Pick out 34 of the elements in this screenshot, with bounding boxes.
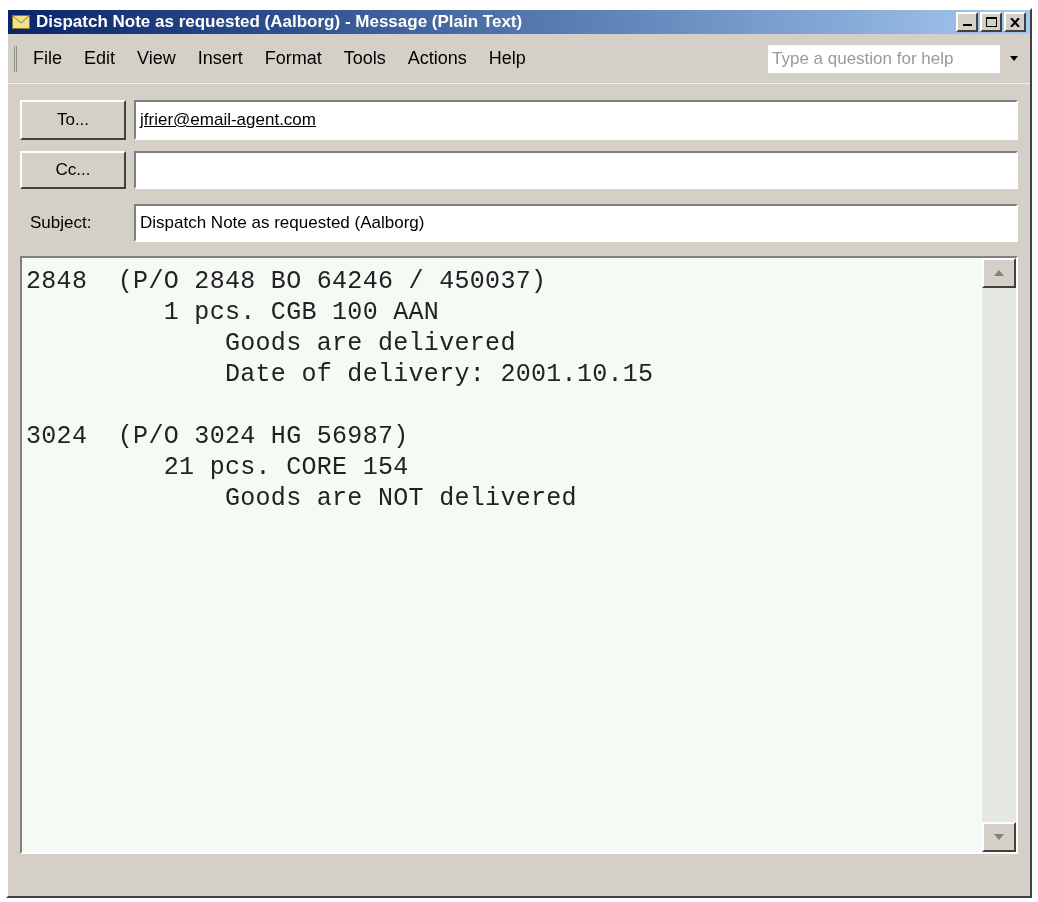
- down-arrow-icon: [994, 834, 1004, 840]
- body-text-line: 21 pcs. CORE 154: [162, 452, 410, 483]
- menu-item[interactable]: Actions: [399, 43, 475, 74]
- maximize-button[interactable]: [980, 12, 1002, 32]
- message-body-field[interactable]: 2848 (P/O 2848 BO 64246 / 450037) 1 pcs. CGB 100 AAN Goods are delivered Date of delivery: 2001.10.15 3024 (P/O 3024 HG 56987) 21 pcs. CORE 154 Goods are NOT delivered: [20, 256, 1018, 854]
- menu-item[interactable]: Help: [480, 43, 534, 74]
- subject-label: Subject:: [29, 212, 93, 235]
- close-icon: [1010, 17, 1020, 27]
- body-text-line: Goods are NOT delivered: [223, 483, 578, 514]
- cc-button[interactable]: Cc...: [20, 151, 126, 189]
- close-button[interactable]: [1004, 12, 1026, 32]
- body-text-line: Date of delivery: 2001.10.15: [223, 359, 655, 390]
- body-text-line: 1 pcs. CGB 100 AAN: [162, 297, 441, 328]
- minimize-button[interactable]: [956, 12, 978, 32]
- body-text-line: 3024 (P/O 3024 HG 56987): [26, 421, 410, 452]
- window-title: Dispatch Note as requested (Aalborg) - Message (Plain Text): [36, 11, 523, 34]
- cc-field[interactable]: [134, 151, 1018, 189]
- menu-item[interactable]: Edit: [76, 43, 124, 74]
- body-text-line: Goods are delivered: [223, 328, 517, 359]
- menu-item[interactable]: View: [129, 43, 184, 74]
- to-button[interactable]: To...: [20, 100, 126, 140]
- envelope-icon: [12, 15, 30, 29]
- menu-item[interactable]: Insert: [189, 43, 251, 74]
- menu-item[interactable]: File: [25, 43, 70, 74]
- help-search-field[interactable]: Type a question for help: [768, 44, 1000, 73]
- subject-field[interactable]: Dispatch Note as requested (Aalborg): [134, 204, 1018, 242]
- body-text-line: 2848 (P/O 2848 BO 64246 / 450037): [26, 266, 548, 297]
- menu-item[interactable]: Tools: [335, 43, 394, 74]
- scroll-down-button[interactable]: [982, 822, 1016, 852]
- menu-item[interactable]: Format: [256, 43, 330, 74]
- to-field[interactable]: jfrier@email-agent.com: [134, 100, 1018, 140]
- up-arrow-icon: [994, 270, 1004, 276]
- dropdown-caret-icon[interactable]: [1010, 56, 1018, 61]
- scroll-up-button[interactable]: [982, 258, 1016, 288]
